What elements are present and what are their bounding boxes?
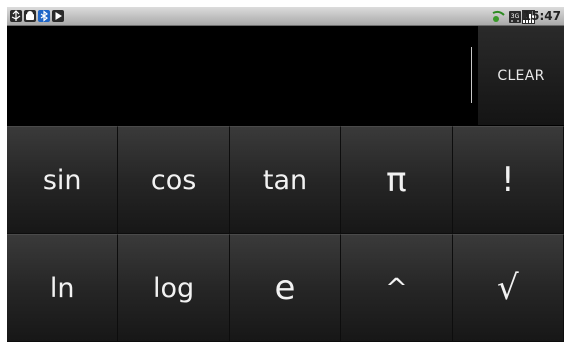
text-cursor xyxy=(471,47,472,103)
pi-button[interactable]: π xyxy=(341,126,453,234)
calculator-display[interactable]: CLEAR xyxy=(7,26,564,126)
tan-button[interactable]: tan xyxy=(229,126,342,234)
clear-button[interactable]: CLEAR xyxy=(478,26,564,125)
calculator-screen: 3G 15:47 CLEAR sin cos tan π ! ln log e … xyxy=(7,7,564,342)
sin-button[interactable]: sin xyxy=(7,126,119,234)
status-bar: 3G 15:47 xyxy=(7,7,564,26)
play-icon xyxy=(52,10,64,22)
usb-debug-icon xyxy=(10,10,22,22)
power-button[interactable]: ^ xyxy=(341,234,453,342)
factorial-button[interactable]: ! xyxy=(452,126,564,234)
function-keypad: sin cos tan π ! ln log e ^ √ xyxy=(7,126,564,342)
sync-icon xyxy=(491,9,507,23)
android-icon xyxy=(24,10,36,22)
log-button[interactable]: log xyxy=(118,234,230,342)
status-time: 15:47 xyxy=(522,9,561,23)
sqrt-button[interactable]: √ xyxy=(452,234,564,342)
e-button[interactable]: e xyxy=(229,234,342,342)
cos-button[interactable]: cos xyxy=(118,126,230,234)
svg-text:3G: 3G xyxy=(511,13,520,20)
3g-icon: 3G xyxy=(509,9,521,23)
ln-button[interactable]: ln xyxy=(7,234,119,342)
bluetooth-icon xyxy=(38,10,50,22)
